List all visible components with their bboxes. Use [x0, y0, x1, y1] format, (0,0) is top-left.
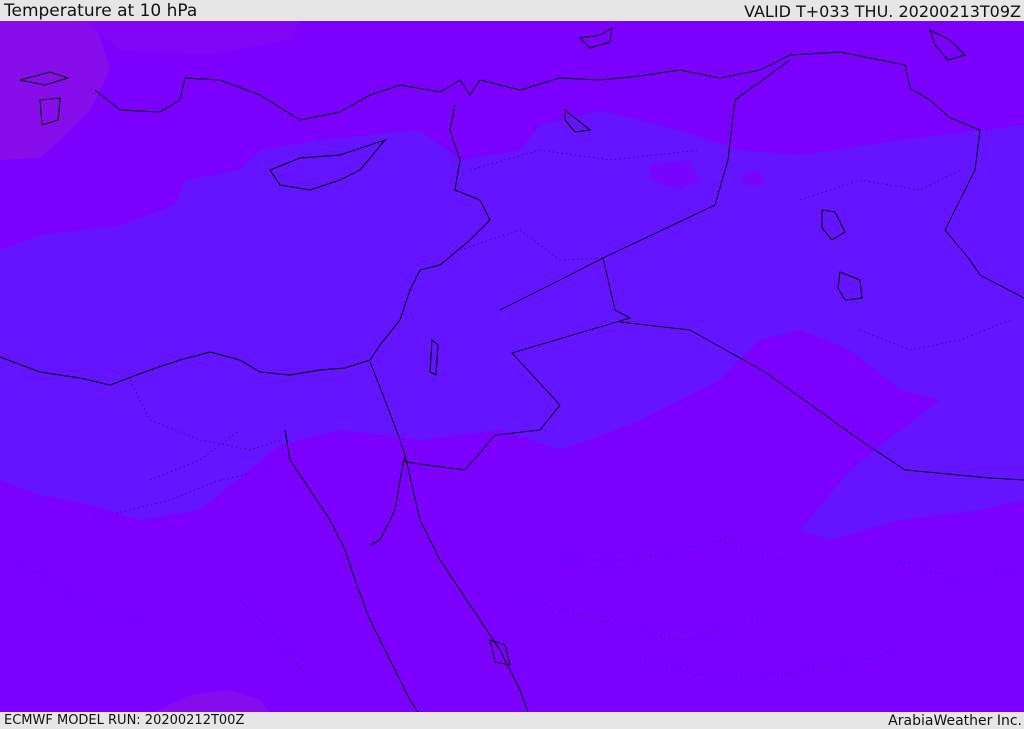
valid-time: VALID T+033 THU. 20200213T09Z [744, 2, 1021, 21]
map-canvas [0, 21, 1024, 712]
footer-bar: ECMWF MODEL RUN: 20200212T00Z ArabiaWeat… [0, 712, 1024, 729]
map-title: Temperature at 10 hPa [4, 1, 198, 21]
map-panel [0, 21, 1024, 712]
credit-label: ArabiaWeather Inc. [888, 713, 1022, 729]
header-bar: Temperature at 10 hPa VALID T+033 THU. 2… [0, 0, 1024, 21]
model-run: ECMWF MODEL RUN: 20200212T00Z [4, 713, 245, 728]
